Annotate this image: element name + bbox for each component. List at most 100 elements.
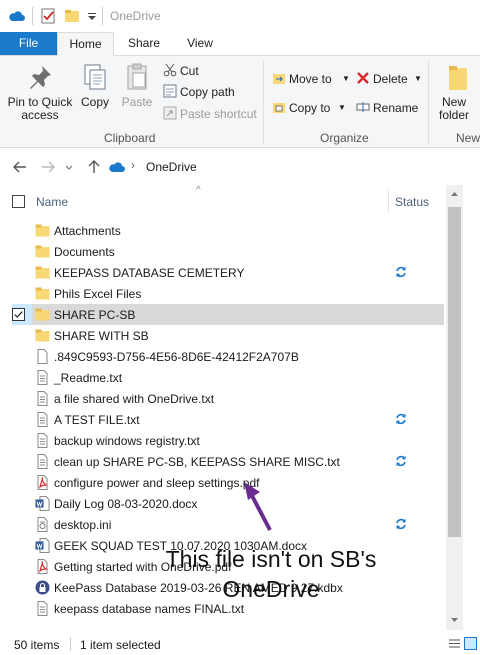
sync-pending-icon — [394, 265, 408, 279]
file-row[interactable]: SHARE PC-SB — [12, 304, 444, 325]
ribbon-divider — [263, 60, 264, 144]
file-name: Phils Excel Files — [54, 287, 142, 301]
paste-button[interactable]: Paste — [118, 62, 156, 109]
pin-label: Pin to Quick access — [7, 95, 73, 122]
file-row[interactable]: backup windows registry.txt — [12, 430, 444, 451]
sync-pending-icon — [394, 412, 408, 426]
folder-icon — [35, 307, 50, 322]
file-row[interactable]: a file shared with OneDrive.txt — [12, 388, 444, 409]
file-row[interactable]: desktop.ini — [12, 514, 444, 535]
text-icon — [35, 433, 50, 448]
copy-path-label: Copy path — [180, 85, 235, 99]
copy-path-icon — [163, 84, 177, 98]
file-row[interactable]: Attachments — [12, 220, 444, 241]
copy-icon — [84, 64, 106, 90]
scroll-thumb[interactable] — [448, 207, 461, 537]
column-status[interactable]: Status — [395, 195, 429, 209]
text-icon — [35, 370, 50, 385]
file-row[interactable]: KEEPASS DATABASE CEMETERY — [12, 262, 444, 283]
scroll-down-icon[interactable] — [446, 613, 463, 627]
window-edge — [463, 185, 480, 632]
annotation-line-2: OneDrive — [222, 576, 320, 602]
folder-icon — [35, 223, 50, 238]
sync-pending-icon — [394, 517, 408, 531]
ribbon: Pin to Quick access Copy Paste Cut Copy … — [0, 55, 480, 148]
back-arrow-icon[interactable] — [12, 159, 28, 175]
tab-file[interactable]: File — [0, 32, 57, 55]
status-divider — [70, 637, 71, 651]
tab-view[interactable]: View — [174, 32, 226, 55]
onedrive-cloud-icon — [9, 11, 25, 21]
scroll-up-icon[interactable] — [446, 187, 463, 201]
text-icon — [35, 412, 50, 427]
ribbon-tabs: File Home Share View — [0, 32, 480, 56]
copy-to-dropdown-icon: ▼ — [338, 103, 346, 112]
new-folder-quick-icon[interactable] — [64, 8, 80, 24]
copy-button[interactable]: Copy — [78, 62, 112, 109]
selection-count: 1 item selected — [80, 638, 161, 652]
pdf-icon — [35, 475, 50, 490]
select-all-checkbox[interactable] — [12, 195, 25, 208]
file-name: KEEPASS DATABASE CEMETERY — [54, 266, 245, 280]
title-bar: OneDrive — [0, 0, 480, 32]
file-name: SHARE WITH SB — [54, 329, 149, 343]
file-row[interactable]: SHARE WITH SB — [12, 325, 444, 346]
up-arrow-icon[interactable] — [86, 159, 102, 175]
recent-locations-chevron-icon[interactable] — [64, 159, 74, 175]
organize-group-label: Organize — [320, 131, 369, 145]
tab-home[interactable]: Home — [57, 32, 114, 56]
breadcrumb-separator-icon[interactable]: › — [131, 158, 135, 172]
file-row[interactable]: configure power and sleep settings.pdf — [12, 472, 444, 493]
file-row[interactable]: Documents — [12, 241, 444, 262]
file-name: SHARE PC-SB — [54, 308, 136, 322]
large-icons-view-icon[interactable] — [464, 637, 477, 650]
paste-shortcut-icon — [163, 106, 177, 120]
cut-label: Cut — [180, 64, 199, 78]
scissors-icon — [163, 63, 177, 77]
move-to-label: Move to — [289, 72, 332, 86]
breadcrumb-onedrive[interactable]: OneDrive — [146, 160, 197, 174]
new-folder-button[interactable]: New folder — [432, 62, 476, 122]
status-bar: 50 items 1 item selected — [0, 632, 480, 655]
text-icon — [35, 601, 50, 616]
file-row[interactable]: clean up SHARE PC-SB, KEEPASS SHARE MISC… — [12, 451, 444, 472]
copy-to-label: Copy to — [289, 101, 331, 115]
new-folder-icon — [449, 66, 467, 90]
sort-ascending-icon: ^ — [196, 185, 201, 196]
file-row[interactable]: Daily Log 08-03-2020.docx — [12, 493, 444, 514]
column-divider[interactable] — [388, 189, 389, 213]
delete-dropdown-icon: ▼ — [414, 74, 422, 83]
clipboard-group-label: Clipboard — [104, 131, 156, 145]
row-checkbox[interactable] — [12, 308, 25, 321]
folder-icon — [35, 265, 50, 280]
file-row[interactable]: _Readme.txt — [12, 367, 444, 388]
vertical-scrollbar[interactable] — [446, 185, 463, 630]
properties-icon[interactable] — [40, 8, 56, 24]
tab-share[interactable]: Share — [118, 32, 170, 55]
file-name: Daily Log 08-03-2020.docx — [54, 497, 198, 511]
new-group-label: New — [456, 131, 480, 145]
file-row[interactable]: A TEST FILE.txt — [12, 409, 444, 430]
file-name: desktop.ini — [54, 518, 112, 532]
file-name: keepass database names FINAL.txt — [54, 602, 245, 616]
file-row[interactable]: Phils Excel Files — [12, 283, 444, 304]
customize-toolbar-icon[interactable] — [86, 8, 98, 24]
item-count: 50 items — [14, 638, 60, 652]
file-row[interactable]: .849C9593-D756-4E56-8D6E-42412F2A707B — [12, 346, 444, 367]
annotation-line-1: This file isn't on SB's — [165, 546, 377, 572]
file-name: A TEST FILE.txt — [54, 413, 140, 427]
column-name[interactable]: Name — [36, 195, 68, 209]
rename-label: Rename — [373, 101, 419, 115]
forward-arrow-icon[interactable] — [40, 159, 56, 175]
column-header: Name ^ Status — [0, 185, 462, 217]
file-name: clean up SHARE PC-SB, KEEPASS SHARE MISC… — [54, 455, 340, 469]
annotation-arrow-icon — [244, 482, 272, 531]
new-folder-label: New folder — [438, 95, 470, 122]
details-view-icon[interactable] — [448, 637, 461, 650]
pin-to-quick-access-button[interactable]: Pin to Quick access — [4, 62, 76, 122]
pdf-icon — [35, 559, 50, 574]
onedrive-cloud-icon — [109, 162, 125, 172]
word-icon — [35, 538, 50, 553]
folder-icon — [35, 328, 50, 343]
ini-icon — [35, 517, 50, 532]
